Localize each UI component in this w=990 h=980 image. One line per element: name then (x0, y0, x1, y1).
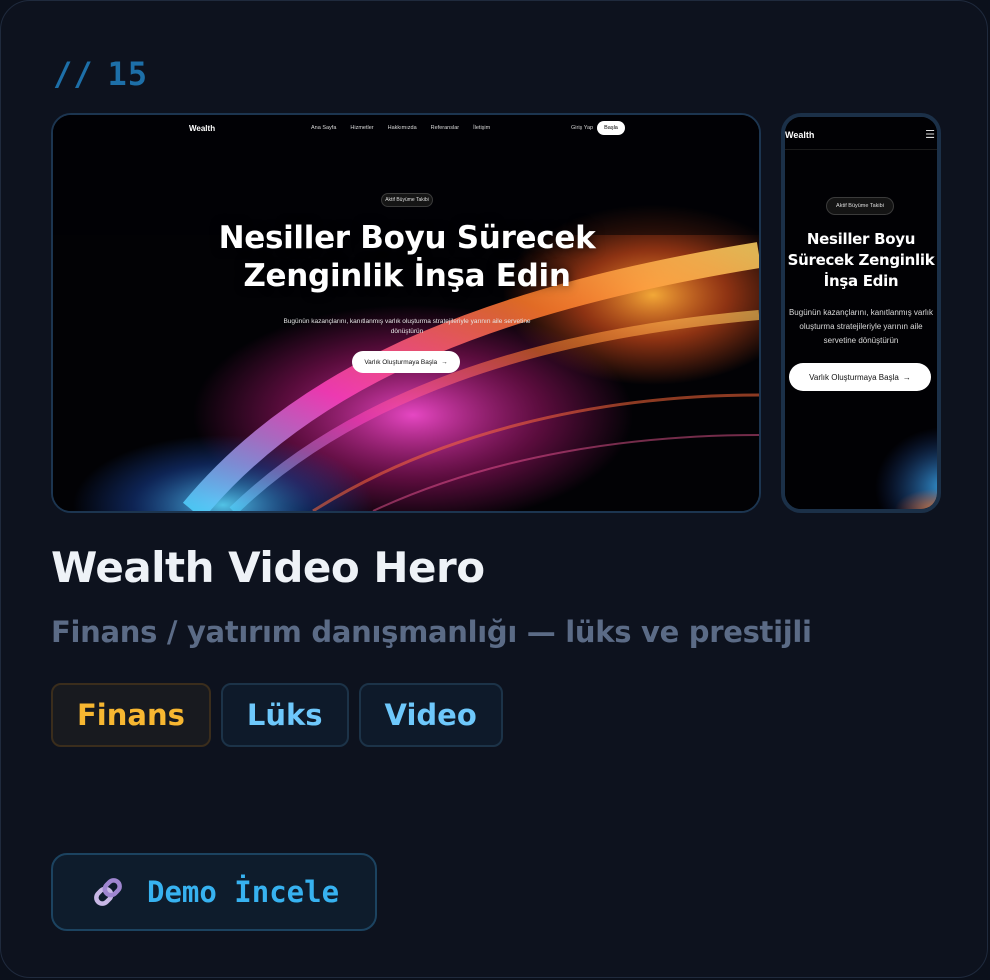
mobile-hero-badge: Aktif Büyüme Takibi (826, 197, 894, 215)
desktop-hero-badge: Aktif Büyüme Takibi (381, 193, 433, 207)
project-title: Wealth Video Hero (51, 543, 485, 592)
arrow-right-icon: → (441, 358, 448, 366)
project-index: // 15 (53, 55, 148, 93)
mobile-preview[interactable]: Wealth ☰ Aktif Büyüme Takibi Nesiller Bo… (781, 113, 941, 513)
link-icon (91, 875, 125, 909)
nav-link-contact: İletişim (473, 125, 491, 131)
desktop-preview[interactable]: Wealth Ana Sayfa Hizmetler Hakkımızda Re… (51, 113, 761, 513)
demo-button[interactable]: Demo İncele (51, 853, 377, 931)
tag-luks: Lüks (220, 683, 349, 747)
tag-video: Video (358, 683, 503, 747)
tag-list: Finans Lüks Video (51, 683, 503, 747)
desktop-hero-subtext: Bugünün kazançlarını, kanıtlanmış varlık… (283, 318, 531, 335)
mobile-cta-label: Varlık Oluşturmaya Başla (809, 372, 899, 382)
nav-link-services: Hizmetler (350, 125, 374, 131)
tag-finans: Finans (51, 683, 211, 747)
arrow-right-icon: → (902, 372, 911, 382)
mobile-logo: Wealth (785, 130, 815, 140)
desktop-logo: Wealth (189, 124, 216, 133)
nav-link-references: Referanslar (430, 125, 460, 131)
desktop-navbar: Wealth Ana Sayfa Hizmetler Hakkımızda Re… (53, 115, 759, 143)
headline-line-2: Zenginlik İnşa Edin (243, 258, 571, 294)
mobile-hero-headline: Nesiller Boyu Sürecek Zenginlik İnşa Edi… (787, 230, 935, 290)
desktop-start-button: Başla (597, 121, 625, 135)
project-subtitle: Finans / yatırım danışmanlığı — lüks ve … (51, 615, 812, 649)
mobile-hero-subtext: Bugünün kazançlarını, kanıtlanmış varlık… (788, 308, 934, 345)
desktop-cta-label: Varlık Oluşturmaya Başla (364, 358, 438, 366)
hamburger-menu-icon: ☰ (925, 128, 935, 141)
demo-button-label: Demo İncele (147, 875, 340, 909)
hero-light-streak-background (53, 115, 759, 511)
index-number: 15 (107, 55, 149, 93)
nav-link-about: Hakkımızda (387, 125, 417, 131)
desktop-nav-links: Ana Sayfa Hizmetler Hakkımızda Referansl… (311, 125, 490, 131)
nav-link-home: Ana Sayfa (311, 125, 337, 131)
desktop-login-link: Giriş Yap (571, 125, 594, 131)
desktop-hero-cta: Varlık Oluşturmaya Başla → (352, 351, 460, 373)
project-card: // 15 Wealth Ana Sayfa Hizmetler Hakkımız… (0, 0, 988, 978)
mobile-hero-cta: Varlık Oluşturmaya Başla → (789, 363, 931, 391)
mobile-nav-divider (785, 149, 937, 150)
headline-line-1: Nesiller Boyu Sürecek (218, 220, 596, 256)
desktop-hero-headline: Nesiller Boyu Sürecek Zenginlik İnşa Edi… (153, 219, 661, 295)
index-prefix: // (53, 55, 94, 93)
